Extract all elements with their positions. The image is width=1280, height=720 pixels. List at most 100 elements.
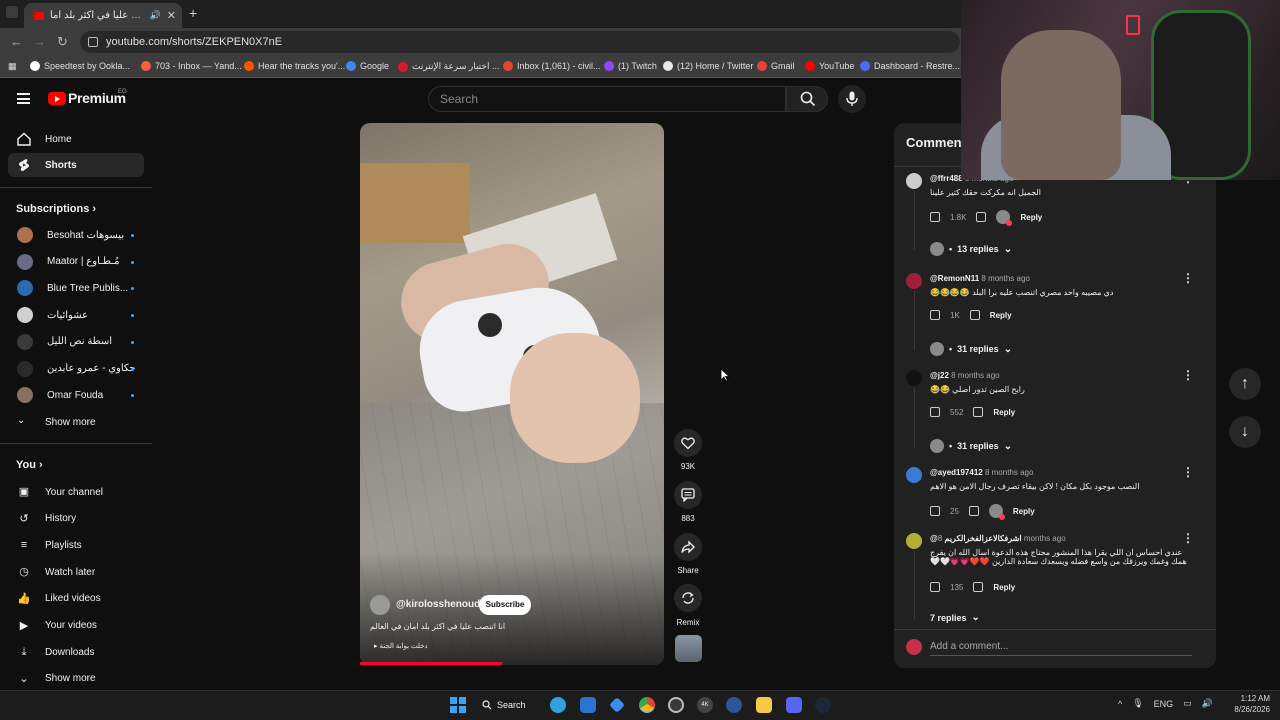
sidebar-show-more-subscriptions[interactable]: ⌄ Show more: [8, 410, 144, 434]
sidebar-item-liked-videos[interactable]: 👍 Liked videos: [8, 587, 144, 611]
commenter-avatar[interactable]: [906, 370, 922, 386]
bookmark-item[interactable]: اختبار سرعة الإنترنت ...: [398, 61, 499, 72]
comments-button[interactable]: [674, 481, 702, 509]
bookmark-item[interactable]: (12) Home / Twitter: [663, 61, 753, 71]
file-explorer-icon[interactable]: [756, 697, 772, 713]
subscriptions-heading[interactable]: Subscriptions ›: [16, 203, 96, 215]
speaker-icon[interactable]: 🔊: [150, 10, 161, 21]
remix-thumbnail[interactable]: [675, 635, 702, 662]
sidebar-item-shorts[interactable]: Shorts: [8, 153, 144, 177]
bookmark-item[interactable]: Gmail: [757, 61, 795, 71]
menu-icon[interactable]: [17, 93, 30, 104]
site-info-icon[interactable]: [88, 37, 98, 47]
bookmark-item[interactable]: Google: [346, 61, 389, 71]
comment-author[interactable]: @اشرفكالاعزالفخرالكريم 8 months ago: [930, 534, 1066, 543]
language-indicator[interactable]: ENG: [1154, 699, 1174, 709]
thumbs-up-icon[interactable]: [930, 310, 940, 320]
chrome-icon[interactable]: [639, 697, 655, 713]
view-replies-button[interactable]: 7 replies ⌄: [930, 612, 980, 623]
steam-icon[interactable]: [815, 697, 831, 713]
you-heading[interactable]: You ›: [16, 459, 43, 471]
channel-avatar[interactable]: [370, 595, 390, 615]
subscription-item[interactable]: عشوائيات: [8, 303, 144, 327]
commenter-avatar[interactable]: [906, 467, 922, 483]
new-tab-button[interactable]: +: [189, 5, 197, 21]
bookmark-item[interactable]: Hear the tracks you'...: [244, 61, 345, 71]
more-actions-icon[interactable]: ⋮: [1182, 271, 1194, 285]
apps-grid-icon[interactable]: ▦: [8, 61, 17, 72]
view-replies-button[interactable]: • 31 replies ⌄: [930, 342, 1012, 356]
chevron-up-icon[interactable]: ^: [1118, 699, 1122, 709]
reply-button[interactable]: Reply: [1020, 213, 1042, 222]
sidebar-item-playlists[interactable]: ≡ Playlists: [8, 533, 144, 557]
sidebar-item-watch-later[interactable]: ◷ Watch later: [8, 560, 144, 584]
search-input[interactable]: Search: [428, 86, 786, 112]
sidebar-item-channel[interactable]: ▣ Your channel: [8, 480, 144, 504]
sidebar-item-your-videos[interactable]: ▶ Your videos: [8, 614, 144, 638]
outlook-icon[interactable]: [580, 697, 596, 713]
sidebar-item-chevron-down[interactable]: ⌄ Show more: [8, 667, 144, 691]
view-replies-button[interactable]: • 13 replies ⌄: [930, 242, 1012, 256]
view-replies-button[interactable]: • 31 replies ⌄: [930, 439, 1012, 453]
reply-button[interactable]: Reply: [1013, 507, 1035, 516]
obs-icon[interactable]: [668, 697, 684, 713]
sidebar-item-downloads[interactable]: ⤓ Downloads: [8, 640, 144, 664]
taskbar-clock[interactable]: 1:12 AM 8/26/2026: [1226, 693, 1270, 715]
share-button[interactable]: [674, 533, 702, 561]
thumbs-down-icon[interactable]: [973, 407, 984, 417]
youtube-logo-icon[interactable]: [48, 92, 66, 105]
video-progress-bar[interactable]: [360, 662, 502, 665]
thumbs-down-icon[interactable]: [969, 310, 980, 320]
comment-author[interactable]: @RemonN11 8 months ago: [930, 274, 1030, 283]
4k-icon[interactable]: 4K: [697, 697, 713, 713]
bookmark-item[interactable]: Dashboard - Restre...: [860, 61, 960, 71]
browser-tab[interactable]: انا اتنصب عليا في اكثر بلد اما... 🔊 ✕: [24, 3, 182, 28]
subscription-item[interactable]: حكاوي - عمرو عابدين: [8, 357, 144, 381]
subscription-item[interactable]: Blue Tree Publis...: [8, 276, 144, 300]
bookmark-item[interactable]: 703 - Inbox — Yand...: [141, 61, 242, 71]
subscription-item[interactable]: Besohat بيسوهات: [8, 223, 144, 247]
thumbs-up-icon[interactable]: [930, 407, 940, 417]
bookmark-item[interactable]: YouTube: [805, 61, 854, 71]
commenter-avatar[interactable]: [906, 273, 922, 289]
tab-search-icon[interactable]: [6, 6, 18, 18]
short-video-player[interactable]: [360, 123, 664, 665]
thumbs-up-icon[interactable]: [930, 212, 940, 222]
comment-username[interactable]: @اشرفكالاعزالفخرالكريم: [930, 534, 1022, 543]
bookmark-item[interactable]: Speedtest by Ookla...: [30, 61, 130, 71]
comment-author[interactable]: @ayed197412 8 months ago: [930, 468, 1033, 477]
thumbs-down-icon[interactable]: [976, 212, 987, 222]
add-comment-input[interactable]: Add a comment...: [930, 641, 1192, 656]
subscription-item[interactable]: اسطة نص الليل: [8, 330, 144, 354]
edge-icon[interactable]: [550, 697, 566, 713]
reload-icon[interactable]: ↻: [57, 34, 68, 50]
comment-author[interactable]: @j22 8 months ago: [930, 371, 1000, 380]
sidebar-item-history[interactable]: ↺ History: [8, 507, 144, 531]
subscription-item[interactable]: Omar Fouda: [8, 383, 144, 407]
like-button[interactable]: [674, 429, 702, 457]
next-short-button[interactable]: ↓: [1229, 416, 1261, 448]
more-actions-icon[interactable]: ⋮: [1182, 368, 1194, 382]
thumbs-up-icon[interactable]: [930, 582, 940, 592]
subscription-item[interactable]: Maator | مُـطـاوع: [8, 250, 144, 274]
remix-button[interactable]: [674, 584, 702, 612]
reply-button[interactable]: Reply: [993, 408, 1015, 417]
discord-icon[interactable]: [786, 697, 802, 713]
reply-button[interactable]: Reply: [990, 311, 1012, 320]
commenter-avatar[interactable]: [906, 533, 922, 549]
comment-username[interactable]: @RemonN11: [930, 274, 979, 283]
more-actions-icon[interactable]: ⋮: [1182, 465, 1194, 479]
microphone-icon[interactable]: 🎙: [1132, 698, 1143, 709]
reply-button[interactable]: Reply: [993, 583, 1015, 592]
monitor-icon[interactable]: ▭: [1183, 698, 1192, 709]
voice-search-button[interactable]: [838, 85, 866, 113]
short-sound[interactable]: ▸ دخلت بوابة الجنة: [374, 642, 428, 650]
back-icon[interactable]: ←: [10, 34, 23, 49]
taskbar-search[interactable]: Search: [482, 697, 534, 713]
comment-username[interactable]: @ayed197412: [930, 468, 983, 477]
previous-short-button[interactable]: ↑: [1229, 368, 1261, 400]
bookmark-item[interactable]: Inbox (1,061) - civil...: [503, 61, 601, 71]
commenter-avatar[interactable]: [906, 173, 922, 189]
word-icon[interactable]: [726, 697, 742, 713]
channel-name[interactable]: @kirolosshenouda: [396, 599, 486, 610]
